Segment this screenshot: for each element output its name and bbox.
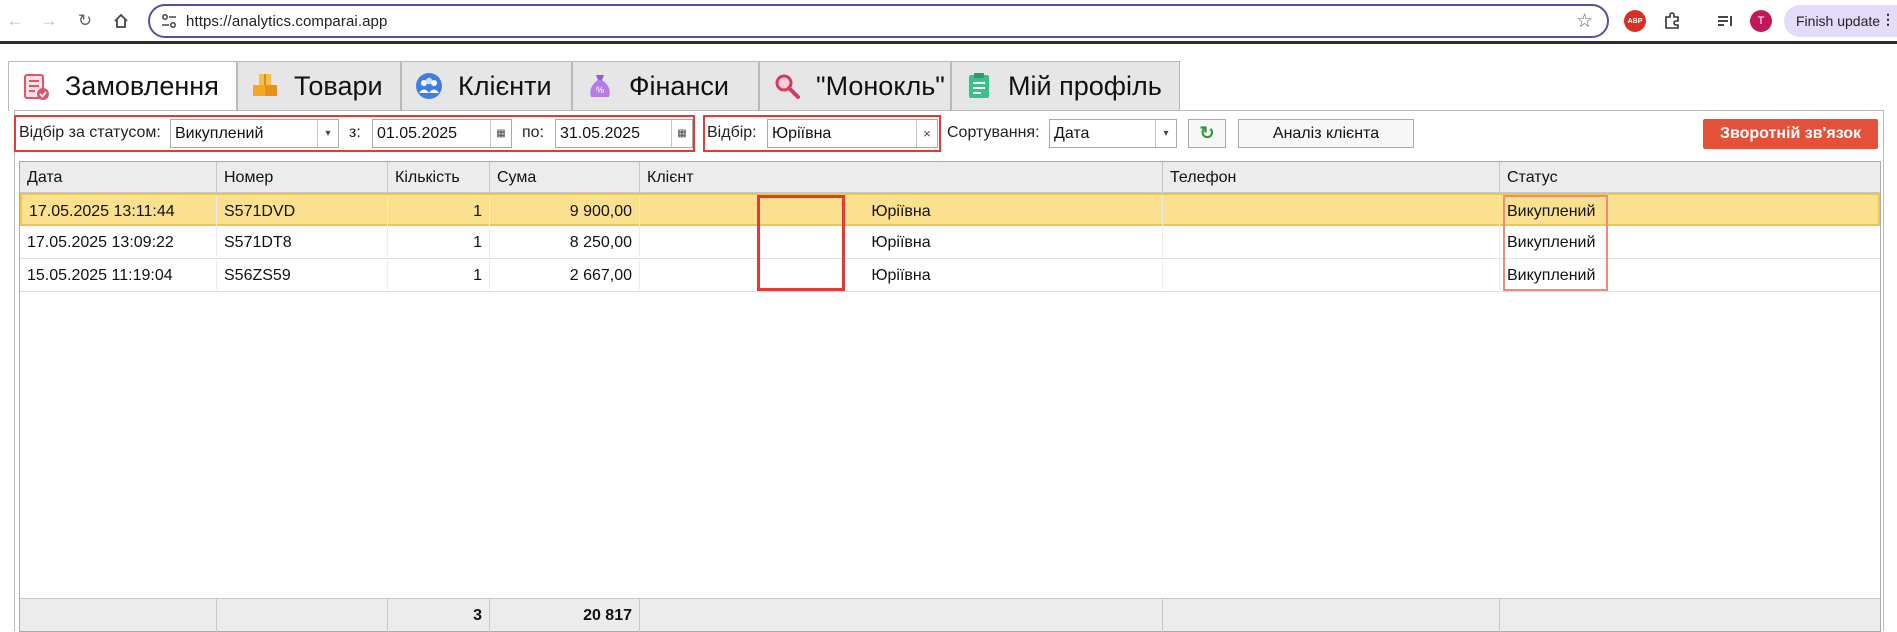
adblock-plus-icon[interactable]: ABP — [1624, 10, 1646, 32]
menu-dots-icon[interactable]: ⋮ — [1881, 11, 1895, 28]
column-header-number[interactable]: Номер — [217, 162, 388, 193]
client-filter-value: Юріївна — [772, 125, 832, 142]
from-date-value: 01.05.2025 — [377, 125, 458, 142]
total-cell-date — [20, 599, 217, 632]
to-date-label: по: — [522, 124, 545, 141]
cell-phone — [1163, 226, 1500, 257]
browser-toolbar: ← → ↻ https://analytics.comparai.app ☆ A… — [0, 0, 1897, 44]
chevron-down-icon[interactable]: ▾ — [1155, 120, 1176, 147]
client-column-highlight — [757, 195, 845, 291]
magnifier-icon — [775, 74, 800, 99]
total-quantity: 3 — [388, 599, 490, 632]
tab-monocle-label: "Монокль" — [816, 70, 945, 101]
sort-label: Сортування: — [947, 124, 1040, 141]
people-icon — [416, 73, 442, 99]
tab-orders-label: Замовлення — [65, 71, 219, 101]
tab-products[interactable]: Товари — [237, 61, 401, 110]
tab-profile-label: Мій профіль — [1008, 70, 1162, 101]
cell-client: Юріївна — [640, 259, 1163, 290]
column-header-date[interactable]: Дата — [20, 162, 217, 193]
client-analysis-button[interactable]: Аналіз клієнта — [1238, 119, 1414, 148]
home-icon[interactable] — [108, 8, 134, 34]
profile-icon — [969, 73, 989, 98]
cell-date: 15.05.2025 11:19:04 — [20, 259, 217, 290]
cell-phone — [1163, 195, 1500, 226]
profile-avatar[interactable]: T — [1750, 10, 1772, 32]
extensions-puzzle-icon[interactable] — [1661, 10, 1683, 32]
total-cell-client — [640, 599, 1163, 632]
feedback-button[interactable]: Зворотній зв'язок — [1703, 119, 1878, 149]
to-date-value: 31.05.2025 — [560, 125, 641, 142]
sort-select-value: Дата — [1054, 125, 1090, 142]
column-header-quantity[interactable]: Кількість — [388, 162, 490, 193]
table-totals-row: 3 20 817 — [20, 598, 1880, 632]
url-text: https://analytics.comparai.app — [186, 13, 388, 30]
orders-icon — [24, 73, 49, 100]
boxes-icon — [253, 74, 277, 96]
column-header-sum[interactable]: Сума — [490, 162, 640, 193]
address-bar[interactable]: https://analytics.comparai.app ☆ — [148, 4, 1609, 38]
sort-select[interactable]: Дата ▾ — [1049, 119, 1177, 148]
status-select-value: Викуплений — [175, 125, 264, 142]
total-sum: 20 817 — [490, 599, 640, 632]
cell-client: Юріївна — [640, 226, 1163, 257]
column-header-phone[interactable]: Телефон — [1163, 162, 1500, 193]
back-icon[interactable]: ← — [2, 8, 28, 34]
cell-number: S571DVD — [217, 195, 388, 226]
tab-profile[interactable]: Мій профіль — [951, 61, 1180, 110]
cell-quantity: 1 — [388, 259, 490, 290]
refresh-icon: ↻ — [1199, 123, 1215, 143]
from-date-label: з: — [349, 124, 361, 141]
tab-clients[interactable]: Клієнти — [401, 61, 572, 110]
column-header-status[interactable]: Статус — [1500, 162, 1880, 193]
tab-monocle[interactable]: "Монокль" — [759, 61, 951, 110]
tab-finance[interactable]: % Фінанси — [572, 61, 759, 110]
tab-orders[interactable]: Замовлення — [8, 61, 237, 111]
refresh-button[interactable]: ↻ — [1188, 119, 1226, 148]
table-header: Дата Номер Кількість Сума Клієнт Телефон… — [20, 162, 1880, 193]
calendar-icon[interactable]: ▦ — [490, 120, 511, 147]
selection-label: Відбір: — [707, 124, 757, 141]
cell-sum: 2 667,00 — [490, 259, 640, 290]
cell-date: 17.05.2025 13:11:44 — [22, 195, 217, 226]
to-date-field[interactable]: 31.05.2025 ▦ — [555, 119, 693, 148]
reload-icon[interactable]: ↻ — [72, 8, 98, 34]
status-select[interactable]: Викуплений ▾ — [170, 119, 339, 148]
cell-phone — [1163, 259, 1500, 290]
cell-number: S571DT8 — [217, 226, 388, 257]
tab-clients-label: Клієнти — [458, 70, 552, 101]
cell-client: Юріївна — [640, 195, 1163, 226]
clear-icon[interactable]: × — [916, 120, 937, 147]
chevron-down-icon[interactable]: ▾ — [317, 120, 338, 147]
site-info-icon[interactable] — [160, 12, 178, 30]
total-cell-status — [1500, 599, 1880, 632]
status-filter-label: Відбір за статусом: — [19, 124, 161, 141]
cell-sum: 9 900,00 — [490, 195, 640, 226]
cell-sum: 8 250,00 — [490, 226, 640, 257]
money-bag-icon: % — [590, 75, 610, 97]
reading-list-icon[interactable] — [1714, 10, 1736, 32]
finish-update-button[interactable]: Finish update ⋮ — [1784, 5, 1897, 37]
from-date-field[interactable]: 01.05.2025 ▦ — [372, 119, 512, 148]
total-cell-phone — [1163, 599, 1500, 632]
cell-date: 17.05.2025 13:09:22 — [20, 226, 217, 257]
total-cell-number — [217, 599, 388, 632]
bookmark-star-icon[interactable]: ☆ — [1576, 10, 1593, 33]
status-column-highlight — [1503, 195, 1608, 291]
cell-quantity: 1 — [388, 226, 490, 257]
svg-text:%: % — [596, 85, 604, 95]
orders-panel: Відбір за статусом: Викуплений ▾ з: 01.0… — [14, 110, 1884, 632]
calendar-icon[interactable]: ▦ — [671, 120, 692, 147]
forward-icon[interactable]: → — [36, 8, 62, 34]
column-header-client[interactable]: Клієнт — [640, 162, 1163, 193]
cell-number: S56ZS59 — [217, 259, 388, 290]
tab-finance-label: Фінанси — [629, 70, 729, 101]
orders-table: Дата Номер Кількість Сума Клієнт Телефон… — [19, 161, 1881, 632]
cell-quantity: 1 — [388, 195, 490, 226]
tab-products-label: Товари — [294, 70, 383, 101]
finish-update-label: Finish update — [1796, 13, 1881, 29]
client-filter-input[interactable]: Юріївна × — [767, 119, 938, 148]
